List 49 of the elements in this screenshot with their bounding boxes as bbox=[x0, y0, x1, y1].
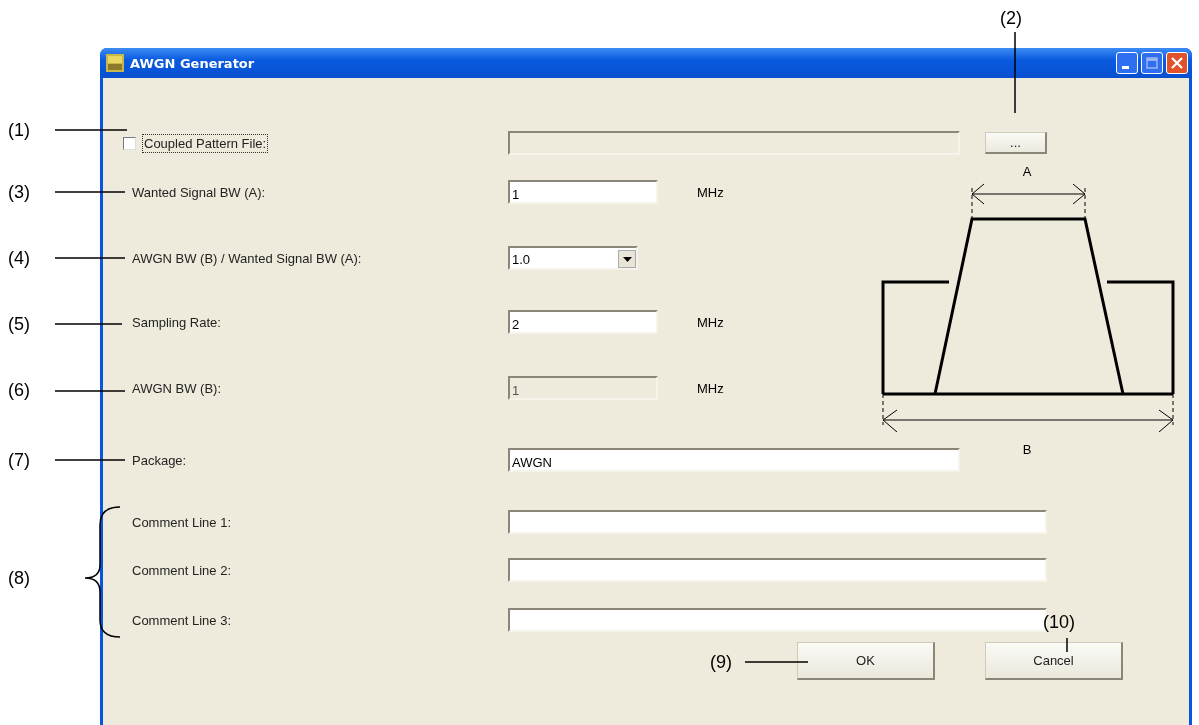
input-field[interactable] bbox=[508, 510, 1047, 534]
unit-label: MHz bbox=[697, 380, 724, 396]
leader-line bbox=[54, 390, 126, 392]
minimize-icon bbox=[1122, 65, 1129, 69]
input-field[interactable]: 2 bbox=[508, 310, 658, 334]
unit-label: MHz bbox=[697, 184, 724, 200]
dimension-label: A bbox=[1022, 164, 1032, 179]
maximize-icon bbox=[1146, 57, 1158, 69]
callout-number: (9) bbox=[710, 651, 732, 674]
callout-number: (7) bbox=[8, 449, 30, 472]
callout-number: (5) bbox=[8, 313, 30, 336]
leader-line bbox=[54, 459, 126, 461]
field-label: Comment Line 1: bbox=[132, 514, 232, 530]
callout-number: (4) bbox=[8, 247, 30, 270]
browse-button[interactable]: ... bbox=[985, 132, 1047, 154]
input-field[interactable]: AWGN bbox=[508, 448, 960, 472]
ratio-dropdown[interactable]: 1.0 bbox=[508, 246, 638, 270]
checkbox[interactable] bbox=[123, 136, 136, 150]
window-title: AWGN Generator bbox=[130, 55, 255, 71]
leader-line bbox=[1066, 637, 1068, 653]
leader-line bbox=[54, 191, 126, 193]
callout-number: (10) bbox=[1043, 611, 1075, 634]
brace-icon bbox=[84, 506, 121, 638]
close-button[interactable] bbox=[1166, 52, 1188, 74]
callout-number: (8) bbox=[8, 567, 30, 590]
leader-line bbox=[54, 257, 126, 259]
minimize-button[interactable] bbox=[1116, 52, 1138, 74]
field-label: AWGN BW (B): bbox=[132, 380, 223, 396]
checkbox-label[interactable]: Coupled Pattern File: bbox=[142, 133, 269, 153]
callout-number: (1) bbox=[8, 119, 30, 142]
dimension-label: B bbox=[1022, 442, 1032, 457]
close-icon bbox=[1171, 57, 1183, 69]
field-label: Sampling Rate: bbox=[132, 314, 222, 330]
unit-label: MHz bbox=[697, 314, 724, 330]
ok-button[interactable]: OK bbox=[797, 642, 935, 680]
field-label: Comment Line 2: bbox=[132, 562, 232, 578]
leader-line bbox=[54, 323, 123, 325]
field-label: Comment Line 3: bbox=[132, 612, 232, 628]
input-field[interactable]: 1 bbox=[508, 180, 658, 204]
cancel-button[interactable]: Cancel bbox=[985, 642, 1123, 680]
app-icon bbox=[106, 54, 124, 72]
field-label: Package: bbox=[132, 452, 188, 468]
leader-line bbox=[744, 661, 809, 663]
callout-number: (6) bbox=[8, 379, 30, 402]
callout-number: (3) bbox=[8, 181, 30, 204]
field-label: AWGN BW (B) / Wanted Signal BW (A): bbox=[132, 250, 363, 266]
input-field[interactable] bbox=[508, 558, 1047, 582]
field-label: Wanted Signal BW (A): bbox=[132, 184, 267, 200]
callout-number: (2) bbox=[1000, 7, 1022, 30]
